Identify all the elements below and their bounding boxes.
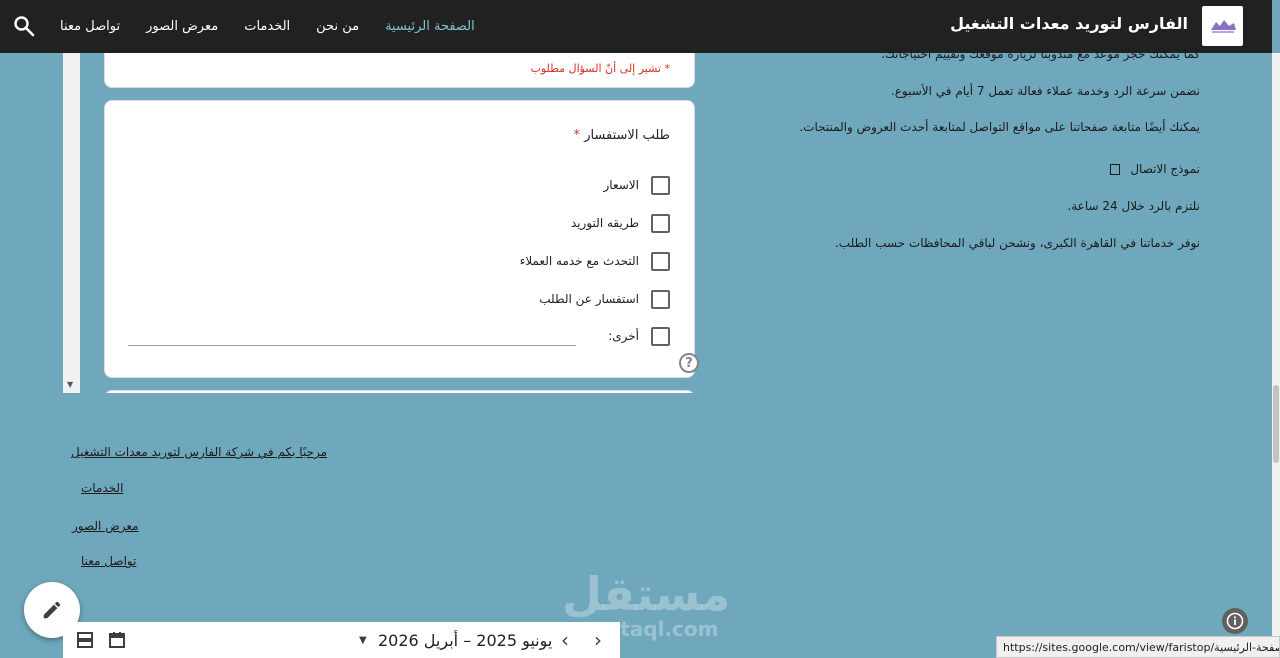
checkbox[interactable] — [651, 251, 670, 271]
info-line: يمكنك أيضًا متابعة صفحاتنا على مواقع الت… — [799, 120, 1200, 134]
watermark-arabic: مستقل — [562, 567, 731, 621]
option-label: أخرى: — [608, 329, 639, 343]
checkbox[interactable] — [651, 175, 670, 195]
question-card: طلب الاستفسار * الاسعار طريقه التوريد ال… — [104, 100, 695, 378]
option-order-inquiry[interactable]: استفسار عن الطلب — [539, 289, 670, 309]
scroll-down-icon[interactable]: ▼ — [67, 380, 73, 389]
info-button[interactable] — [1222, 608, 1248, 634]
contact-form-label: نموذج الاتصال — [1130, 162, 1200, 176]
info-line: نضمن سرعة الرد وخدمة عملاء فعالة تعمل 7 … — [890, 84, 1200, 98]
info-icon — [1226, 612, 1244, 630]
site-title[interactable]: الفارس لتوريد معدات التشغيل — [950, 14, 1188, 33]
checkbox[interactable] — [651, 213, 670, 233]
contact-form-link[interactable]: نموذج الاتصال — [1110, 162, 1200, 176]
option-prices[interactable]: الاسعار — [604, 175, 670, 195]
chevron-right-icon[interactable]: › — [594, 628, 602, 652]
logo-image[interactable] — [1202, 6, 1243, 46]
range-dropdown-icon[interactable]: ▼ — [359, 635, 367, 646]
required-star: * — [573, 128, 581, 143]
option-label: طريقه التوريد — [570, 216, 639, 230]
chevron-left-icon[interactable]: ‹ — [561, 628, 569, 652]
nav-services[interactable]: الخدمات — [244, 19, 290, 34]
question-title: طلب الاستفسار * — [574, 128, 670, 143]
option-other[interactable]: أخرى: — [608, 326, 670, 346]
help-icon[interactable]: ? — [679, 353, 699, 373]
footer-link-gallery[interactable]: معرض الصور — [72, 519, 139, 533]
form-header-card: * تشير إلى أنّ السؤال مطلوب — [104, 53, 695, 88]
calendar-icon[interactable] — [107, 630, 127, 650]
form-scrollbar[interactable]: ▼ — [63, 53, 80, 393]
required-note: * تشير إلى أنّ السؤال مطلوب — [530, 62, 670, 75]
nav-gallery[interactable]: معرض الصور — [146, 19, 218, 34]
info-line: نلتزم بالرد خلال 24 ساعة. — [1067, 199, 1200, 213]
nav-home[interactable]: الصفحة الرئيسية — [385, 19, 475, 34]
info-line: كما يمكنك حجز موعد مع مندوبنا لزيارة موق… — [881, 47, 1200, 61]
pencil-icon — [43, 601, 61, 619]
option-label: الاسعار — [603, 178, 639, 192]
checkbox[interactable] — [651, 326, 670, 346]
nav-about[interactable]: من نحن — [316, 19, 359, 34]
footer-link-welcome[interactable]: مرحبًا بكم في شركة الفارس لتوريد معدات ا… — [71, 445, 327, 459]
option-label: استفسار عن الطلب — [539, 292, 639, 306]
status-bar-url: https://sites.google.com/view/faristop/ا… — [996, 636, 1280, 658]
nav-contact[interactable]: تواصل معنا — [60, 19, 120, 34]
main-nav: تواصل معنا معرض الصور الخدمات من نحن الص… — [60, 0, 501, 53]
footer-link-services[interactable]: الخدمات — [81, 481, 123, 495]
search-icon[interactable] — [12, 14, 36, 38]
calendar-bar: ▼ يونيو 2025 – أبريل 2026 ‹ › — [63, 622, 620, 658]
footer-link-contact[interactable]: تواصل معنا — [81, 554, 136, 568]
other-text-input[interactable] — [128, 345, 576, 346]
page-scrollbar-thumb[interactable] — [1273, 385, 1279, 463]
info-line: نوفر خدماتنا في القاهرة الكبرى، ونشحن لب… — [834, 236, 1200, 250]
checkbox[interactable] — [651, 289, 670, 309]
top-navigation-bar: تواصل معنا معرض الصور الخدمات من نحن الص… — [0, 0, 1272, 53]
next-card — [104, 390, 695, 393]
question-title-text: طلب الاستفسار — [584, 128, 670, 143]
logo-graphic — [1210, 20, 1236, 33]
checkbox-icon — [1110, 164, 1121, 175]
option-customer-service[interactable]: التحدث مع خدمه العملاء — [520, 251, 670, 271]
option-label: التحدث مع خدمه العملاء — [519, 254, 639, 268]
agenda-view-icon[interactable] — [75, 630, 95, 650]
embedded-form: ▼ * تشير إلى أنّ السؤال مطلوب طلب الاستف… — [63, 53, 706, 393]
calendar-range[interactable]: يونيو 2025 – أبريل 2026 — [378, 631, 552, 650]
page-scrollbar[interactable] — [1272, 53, 1280, 658]
option-supply-method[interactable]: طريقه التوريد — [571, 213, 670, 233]
